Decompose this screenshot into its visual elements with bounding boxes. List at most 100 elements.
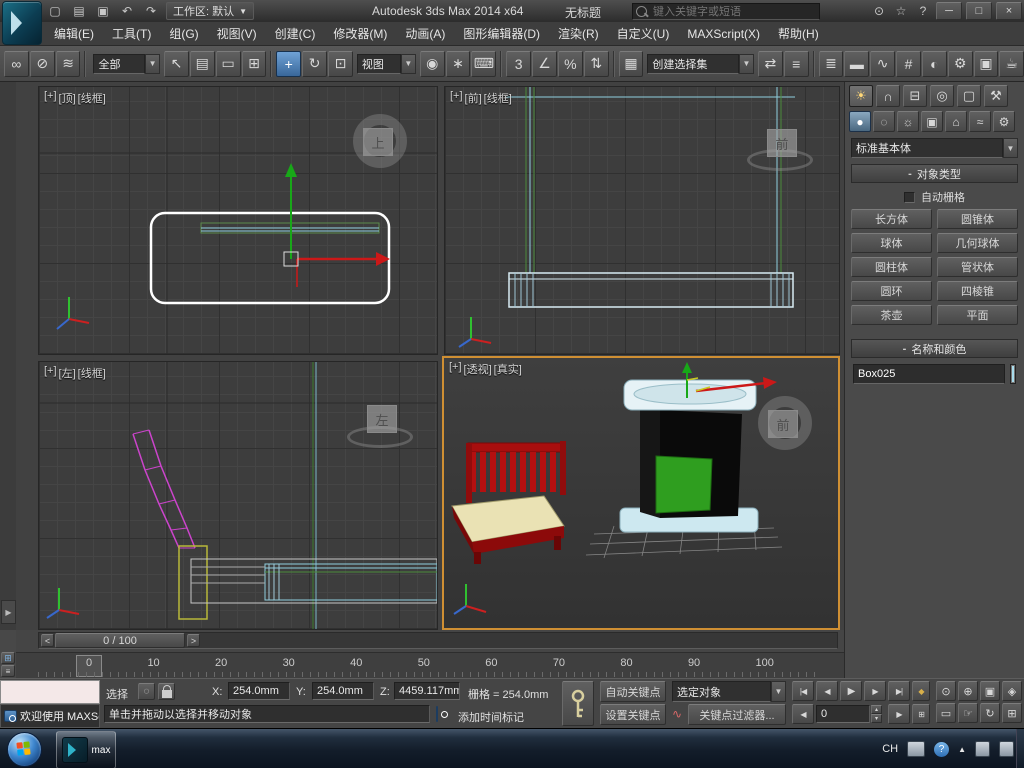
viewport-top[interactable]: [+] [顶] [线框]	[38, 86, 438, 355]
z-coordinate-field[interactable]: 4459.117mm	[394, 682, 460, 700]
named-selection-sets-dropdown[interactable]: 创建选择集 ▼	[647, 54, 754, 74]
unlink-selection-button[interactable]: ⊘	[30, 51, 55, 77]
rendered-frame-window-button[interactable]: ▣	[974, 51, 999, 77]
viewport-name-label[interactable]: [左]	[59, 365, 76, 381]
open-file-icon[interactable]: ▤	[70, 3, 88, 19]
percent-snap-button[interactable]: %	[558, 51, 583, 77]
viewport-shading-label[interactable]: [线框]	[78, 365, 106, 381]
spinner-down-icon[interactable]: ▾	[871, 714, 882, 723]
isolate-selection-toggle[interactable]: ◌	[138, 683, 155, 700]
next-key-button[interactable]: ▶	[888, 704, 910, 724]
next-frame-arrow[interactable]: >	[187, 634, 200, 647]
menu-tools[interactable]: 工具(T)	[112, 25, 151, 42]
tab-motion[interactable]: ◎	[930, 85, 954, 107]
ribbon-toggle-button[interactable]: ▬	[844, 51, 869, 77]
viewport-name-label[interactable]: [前]	[465, 90, 482, 106]
select-and-move-button[interactable]: +	[276, 51, 301, 77]
viewport-front[interactable]: [+] [前] [线框]	[444, 86, 840, 355]
box-object-left-view[interactable]	[191, 559, 437, 603]
undo-icon[interactable]: ↶	[118, 3, 136, 19]
category-space-warps[interactable]: ≈	[969, 111, 991, 132]
time-slider-handle[interactable]: 0 / 100	[55, 633, 185, 648]
snap-toggle-button[interactable]: 3	[506, 51, 531, 77]
go-to-end-button[interactable]: ▶|	[888, 681, 910, 701]
box-object-front-view[interactable]	[509, 273, 793, 307]
selection-region-button[interactable]: ▭	[216, 51, 241, 77]
add-time-tag[interactable]: 添加时间标记	[458, 709, 524, 725]
start-button[interactable]	[7, 732, 42, 767]
time-config-button[interactable]: ⊞	[912, 704, 930, 724]
viewport-name-label[interactable]: [透视]	[464, 361, 492, 377]
selection-lock-toggle[interactable]	[158, 683, 175, 700]
cylinder-button[interactable]: 圆柱体	[851, 257, 932, 277]
teapot-button[interactable]: 茶壶	[851, 305, 932, 325]
chevron-down-icon[interactable]: ▼	[739, 54, 754, 74]
go-to-start-button[interactable]: |◀	[792, 681, 814, 701]
x-coordinate-field[interactable]: 254.0mm	[228, 682, 290, 700]
render-setup-button[interactable]: ⚙	[948, 51, 973, 77]
chevron-down-icon[interactable]: ▼	[401, 54, 416, 74]
viewport-layout-icon[interactable]: ⊞	[1, 652, 15, 664]
render-production-button[interactable]: ☕	[999, 51, 1024, 77]
minimize-button[interactable]: ─	[936, 2, 962, 20]
search-input[interactable]	[651, 5, 816, 19]
track-bar[interactable]: 0 10 20 30 40 50 60 70 80 90 100	[16, 652, 844, 679]
box-button[interactable]: 长方体	[851, 209, 932, 229]
sphere-button[interactable]: 球体	[851, 233, 932, 253]
viewport-shading-label[interactable]: [线框]	[484, 90, 512, 106]
zoom-extents-button[interactable]: ▣	[980, 681, 1000, 701]
selection-filter-dropdown[interactable]: 全部 ▼	[93, 54, 160, 74]
object-name-input[interactable]	[853, 364, 1005, 384]
viewport-perspective[interactable]: [+] [透视] [真实]	[442, 356, 840, 630]
cone-button[interactable]: 圆锥体	[937, 209, 1018, 229]
maxscript-macro-pane[interactable]	[0, 680, 100, 704]
plane-button[interactable]: 平面	[937, 305, 1018, 325]
category-systems[interactable]: ⚙	[993, 111, 1015, 132]
geometry-category-dropdown[interactable]: 标准基本体 ▼	[851, 138, 1018, 158]
menu-customize[interactable]: 自定义(U)	[617, 25, 670, 42]
category-helpers[interactable]: ⌂	[945, 111, 967, 132]
key-filters-button[interactable]: 关键点过滤器...	[688, 704, 786, 725]
show-desktop-button[interactable]	[1016, 729, 1024, 768]
field-of-view-button[interactable]: ▭	[936, 703, 956, 723]
viewport-menu-plus[interactable]: [+]	[449, 361, 462, 377]
rollout-object-type[interactable]: - 对象类型	[851, 164, 1018, 183]
washstand-object[interactable]	[620, 380, 758, 532]
spinner-snap-button[interactable]: ⇅	[584, 51, 609, 77]
mini-track-icon[interactable]: ≡	[1, 665, 15, 677]
select-and-rotate-button[interactable]: ↻	[302, 51, 327, 77]
set-key-mode-button[interactable]: 设置关键点	[600, 704, 666, 725]
viewport-shading-label[interactable]: [线框]	[78, 90, 106, 106]
tab-display[interactable]: ▢	[957, 85, 981, 107]
mirror-button[interactable]: ⇄	[758, 51, 783, 77]
set-key-big-button[interactable]	[562, 681, 594, 726]
select-by-name-button[interactable]: ▤	[190, 51, 215, 77]
zoom-extents-all-button[interactable]: ◈	[1002, 681, 1022, 701]
viewport-shading-label[interactable]: [真实]	[494, 361, 522, 377]
viewcube[interactable]: 左	[367, 405, 397, 433]
previous-frame-arrow[interactable]: <	[41, 634, 54, 647]
use-pivot-center-button[interactable]: ◉	[420, 51, 445, 77]
pyramid-button[interactable]: 四棱锥	[937, 281, 1018, 301]
material-editor-button[interactable]: ◐	[922, 51, 947, 77]
keyboard-override-button[interactable]: ⌨	[471, 51, 496, 77]
category-cameras[interactable]: ▣	[921, 111, 943, 132]
tube-button[interactable]: 管状体	[937, 257, 1018, 277]
search-box[interactable]	[632, 3, 820, 20]
play-button[interactable]: ▶	[840, 681, 862, 701]
workspace-dropdown[interactable]: 工作区: 默认 ▼	[166, 2, 254, 20]
schematic-view-button[interactable]: #	[896, 51, 921, 77]
align-button[interactable]: ≡	[784, 51, 809, 77]
tab-modify[interactable]: ∩	[876, 85, 900, 107]
wall-edge-lines[interactable]	[505, 87, 795, 273]
expand-panel-arrow-icon[interactable]: ▶	[1, 600, 16, 624]
maximize-button[interactable]: □	[966, 2, 992, 20]
zoom-button[interactable]: ⊙	[936, 681, 956, 701]
window-crossing-button[interactable]: ⊞	[242, 51, 267, 77]
help-icon[interactable]: ?	[914, 3, 932, 19]
network-icon[interactable]	[975, 741, 990, 757]
maxscript-mini-listener[interactable]: 欢迎使用 MAXSc	[0, 704, 100, 728]
tab-utilities[interactable]: ⚒	[984, 85, 1008, 107]
time-tag-icon[interactable]	[436, 706, 438, 722]
volume-icon[interactable]	[999, 741, 1014, 757]
